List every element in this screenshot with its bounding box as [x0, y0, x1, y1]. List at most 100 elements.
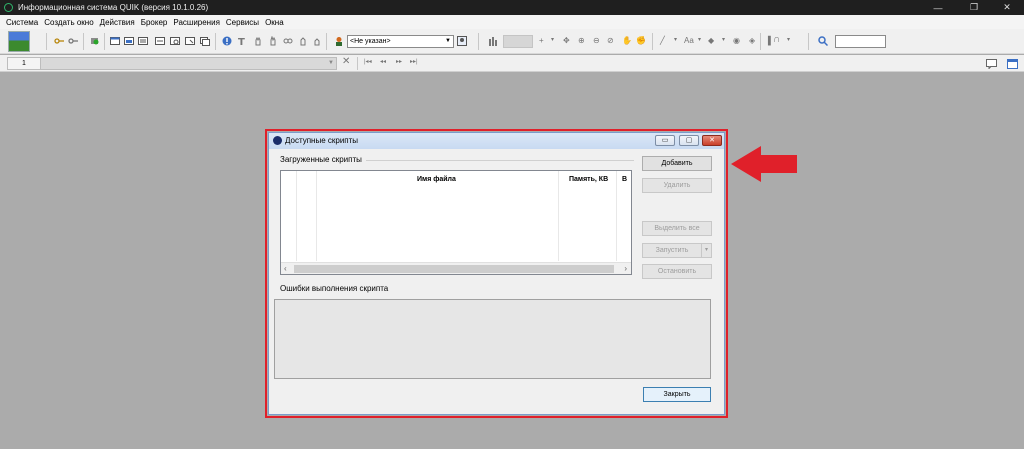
script-errors-output[interactable]: [274, 299, 711, 379]
zoom-out-icon[interactable]: ⊖: [593, 36, 600, 45]
toolbar-separator: [760, 33, 761, 50]
close-tab-icon[interactable]: ✕: [342, 56, 350, 67]
menu-broker[interactable]: Брокер: [138, 18, 171, 27]
hand-group-icon[interactable]: [283, 36, 293, 46]
search-window-icon[interactable]: [170, 36, 180, 46]
client-select-value: <Не указан>: [350, 38, 391, 45]
menu-system[interactable]: Система: [3, 18, 41, 27]
toolbar-separator: [326, 33, 327, 50]
script-errors-label: Ошибки выполнения скрипта: [280, 284, 389, 293]
scripts-dialog: Доступные скрипты ▭ ▢ ✕ Загруженные скри…: [268, 132, 725, 415]
menu-create-window[interactable]: Создать окно: [41, 18, 96, 27]
chevron-down-icon[interactable]: ▾: [551, 36, 554, 43]
close-dialog-button[interactable]: Закрыть: [643, 387, 711, 402]
zoom-in-icon[interactable]: ⊕: [578, 36, 585, 45]
list-window-icon[interactable]: [138, 36, 148, 46]
key-icon[interactable]: [54, 36, 64, 46]
menu-services[interactable]: Сервисы: [223, 18, 262, 27]
connect-icon[interactable]: [90, 36, 100, 46]
hand-up-icon[interactable]: [268, 36, 278, 46]
chevron-down-icon: ▼: [328, 60, 334, 66]
quotes-window-icon[interactable]: [124, 36, 134, 46]
last-tab-icon[interactable]: ▸▸|: [410, 58, 418, 65]
search-input[interactable]: [835, 35, 886, 48]
add-script-button[interactable]: Добавить: [642, 156, 712, 171]
info-icon[interactable]: [222, 36, 232, 46]
move-icon[interactable]: ✥: [563, 36, 570, 45]
hand-grab-icon[interactable]: ✊: [636, 36, 646, 45]
menu-extensions[interactable]: Расширения: [170, 18, 223, 27]
remove-script-button[interactable]: Удалить: [642, 178, 712, 193]
select-all-button[interactable]: Выделить все: [642, 221, 712, 236]
line-tool-icon[interactable]: ╱: [660, 36, 665, 45]
maximize-button[interactable]: ❐: [957, 0, 991, 15]
run-script-button[interactable]: Запустить ▾: [642, 243, 712, 258]
prev-tab-icon[interactable]: ◂◂: [380, 58, 386, 65]
client-avatar-icon[interactable]: [334, 36, 344, 46]
hand-tool-icon[interactable]: [253, 36, 263, 46]
chart-type-select[interactable]: [503, 35, 533, 48]
table-column: [281, 171, 297, 261]
menu-actions[interactable]: Действия: [97, 18, 138, 27]
first-tab-icon[interactable]: |◂◂: [364, 58, 372, 65]
erase-icon[interactable]: ⊘: [607, 36, 614, 45]
eye-icon[interactable]: ◉: [733, 36, 740, 45]
tab-1[interactable]: 1: [8, 58, 41, 69]
toolbar-separator: [83, 33, 84, 50]
tab-select[interactable]: 1 ▼: [7, 57, 337, 70]
chevron-down-icon[interactable]: ▾: [787, 36, 790, 43]
copy-window-icon[interactable]: [200, 36, 210, 46]
red-arrow-annotation: [731, 146, 797, 182]
search-icon[interactable]: [818, 36, 828, 46]
hand-pan-icon[interactable]: ✋: [622, 36, 632, 45]
dialog-title: Доступные скрипты: [285, 136, 359, 145]
table-column: [317, 171, 559, 261]
minimize-button[interactable]: —: [921, 0, 955, 15]
cancel-window-icon[interactable]: [185, 36, 195, 46]
column-header-filename[interactable]: Имя файла: [417, 176, 456, 183]
chevron-down-icon[interactable]: ▾: [698, 36, 701, 43]
menu-windows[interactable]: Окна: [262, 18, 287, 27]
landscape-logo-icon[interactable]: [8, 31, 30, 52]
key-gray-icon[interactable]: [68, 36, 78, 46]
hand-cancel-icon[interactable]: [298, 36, 308, 46]
fill-tool-icon[interactable]: ◆: [708, 36, 714, 45]
font-tool-icon[interactable]: Aa: [684, 36, 694, 45]
chevron-down-icon[interactable]: ▾: [701, 244, 711, 257]
scroll-right-icon[interactable]: ›: [624, 263, 627, 275]
bomb-icon: [273, 136, 282, 145]
bar-chart-icon[interactable]: [488, 36, 498, 46]
orders-window-icon[interactable]: [155, 36, 165, 46]
split-icon[interactable]: ▐: [765, 36, 771, 45]
stop-script-button[interactable]: Остановить: [642, 264, 712, 279]
dialog-close-icon[interactable]: ✕: [702, 135, 722, 146]
dialog-minimize-button[interactable]: ▭: [655, 135, 675, 146]
dialog-maximize-button[interactable]: ▢: [679, 135, 699, 146]
horizontal-scrollbar[interactable]: ‹ ›: [281, 262, 631, 274]
crosshair-icon[interactable]: +: [539, 36, 544, 45]
loaded-scripts-label: Загруженные скрипты: [280, 155, 362, 164]
close-window-button[interactable]: ✕: [990, 0, 1024, 15]
magnet-icon[interactable]: ∩: [773, 34, 780, 45]
client-select[interactable]: <Не указан> ▼: [347, 35, 454, 48]
message-icon[interactable]: [986, 59, 997, 69]
table-window-icon[interactable]: [110, 36, 120, 46]
chevron-down-icon[interactable]: ▾: [722, 36, 725, 43]
column-header-memory[interactable]: Память, КВ: [569, 176, 608, 183]
diamond-icon[interactable]: ◈: [749, 36, 755, 45]
next-tab-icon[interactable]: ▸▸: [396, 58, 402, 65]
chevron-down-icon: ▼: [445, 38, 451, 44]
client-info-icon[interactable]: [457, 36, 467, 46]
loaded-scripts-table[interactable]: Имя файла Память, КВ В ‹ ›: [280, 170, 632, 275]
dialog-titlebar: Доступные скрипты ▭ ▢ ✕: [269, 133, 724, 149]
hand-small-icon[interactable]: [312, 36, 322, 46]
scrollbar-thumb[interactable]: [294, 265, 614, 273]
group-divider: [366, 160, 634, 161]
column-header-extra[interactable]: В: [622, 176, 627, 183]
window-layout-icon[interactable]: [1007, 59, 1018, 69]
svg-text:T: T: [238, 37, 245, 46]
chevron-down-icon[interactable]: ▾: [674, 36, 677, 43]
text-tool-icon[interactable]: T: [237, 36, 247, 46]
scroll-left-icon[interactable]: ‹: [284, 263, 287, 275]
table-column: [559, 171, 617, 261]
